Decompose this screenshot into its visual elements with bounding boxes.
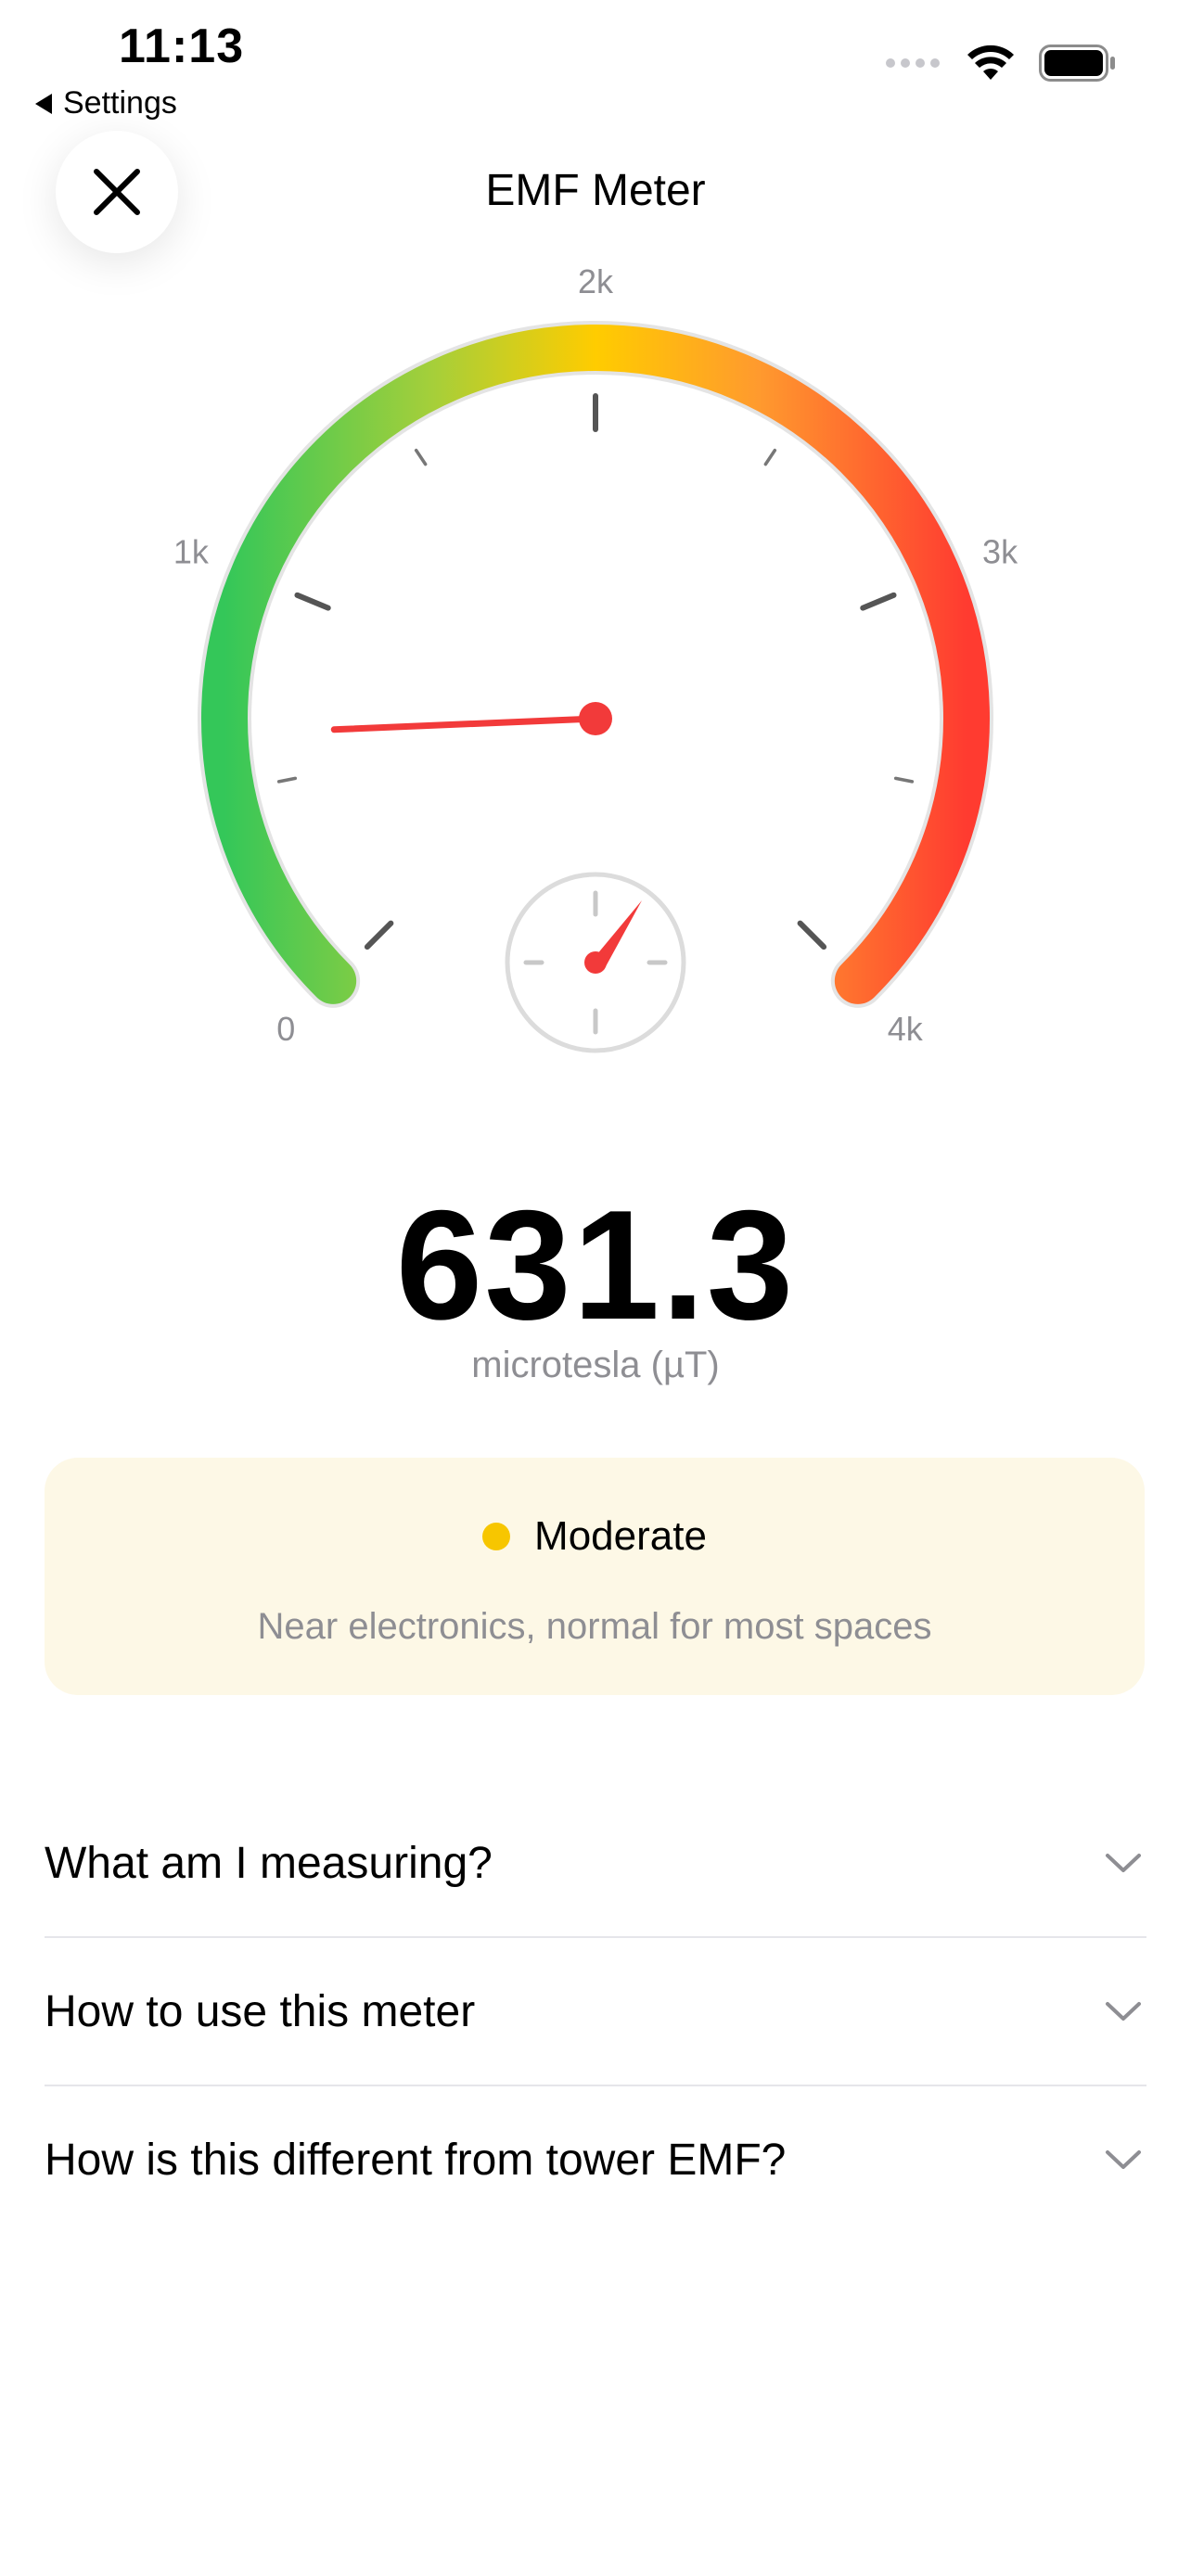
status-time: 11:13 (119, 19, 245, 73)
faq-item-label: What am I measuring? (45, 1838, 493, 1888)
status-icons (885, 45, 1117, 82)
emf-gauge: 0 1k 2k 3k 4k (173, 262, 1018, 1053)
gauge-major-tick (364, 920, 394, 950)
faq-item-label: How to use this meter (45, 1986, 476, 2036)
gauge-minor-tick (893, 776, 915, 784)
status-level: Moderate (45, 1513, 1145, 1560)
gauge-minor-tick (276, 776, 298, 784)
gauge-needle-line (330, 715, 599, 733)
status-dot (482, 1523, 511, 1550)
gauge-label-3k: 3k (982, 532, 1018, 570)
faq-list: What am I measuring? How to use this met… (45, 1790, 1146, 2233)
reading-value: 631.3 (395, 1178, 796, 1352)
back-app-label: Settings (63, 85, 177, 121)
chevron-down-icon (1102, 1842, 1145, 1884)
faq-item-tower-emf[interactable]: How is this different from tower EMF? (45, 2086, 1146, 2233)
back-to-settings-link[interactable]: Settings (35, 85, 177, 121)
gauge-label-1k: 1k (173, 532, 210, 570)
gauge-label-2k: 2k (578, 262, 614, 300)
status-level-label: Moderate (534, 1513, 707, 1559)
wifi-icon (967, 45, 1014, 80)
back-arrow-icon (35, 93, 52, 114)
status-description: Near electronics, normal for most spaces (257, 1606, 932, 1647)
faq-item-label: How is this different from tower EMF? (45, 2135, 787, 2185)
faq-item-what-measuring[interactable]: What am I measuring? (45, 1790, 1146, 1938)
reading-unit: microtesla (µT) (471, 1345, 720, 1385)
signal-dots-icon (886, 58, 940, 68)
gauge-needle (330, 702, 612, 735)
status-card: Moderate Near electronics, normal for mo… (45, 1458, 1145, 1695)
faq-item-how-to-use[interactable]: How to use this meter (45, 1938, 1146, 2086)
chevron-down-icon (1102, 1990, 1145, 2033)
gauge-needle-hub (579, 702, 612, 735)
gauge-label-4k: 4k (888, 1010, 924, 1048)
speedometer-icon (505, 872, 686, 1053)
gauge-major-tick (860, 592, 897, 611)
gauge-label-0: 0 (276, 1010, 295, 1048)
gauge-major-tick (294, 592, 331, 611)
battery-icon (1039, 45, 1115, 82)
gauge-minor-tick (763, 448, 777, 466)
emf-meter-screen: 11:13 Settings EMF Meter 0 1k 2k 3k 4k 6… (0, 0, 1191, 2576)
chevron-down-icon (1102, 2138, 1145, 2181)
page-title: EMF Meter (485, 166, 706, 215)
gauge-major-tick (797, 920, 827, 950)
gauge-ticks (276, 393, 915, 950)
gauge-minor-tick (414, 448, 428, 466)
